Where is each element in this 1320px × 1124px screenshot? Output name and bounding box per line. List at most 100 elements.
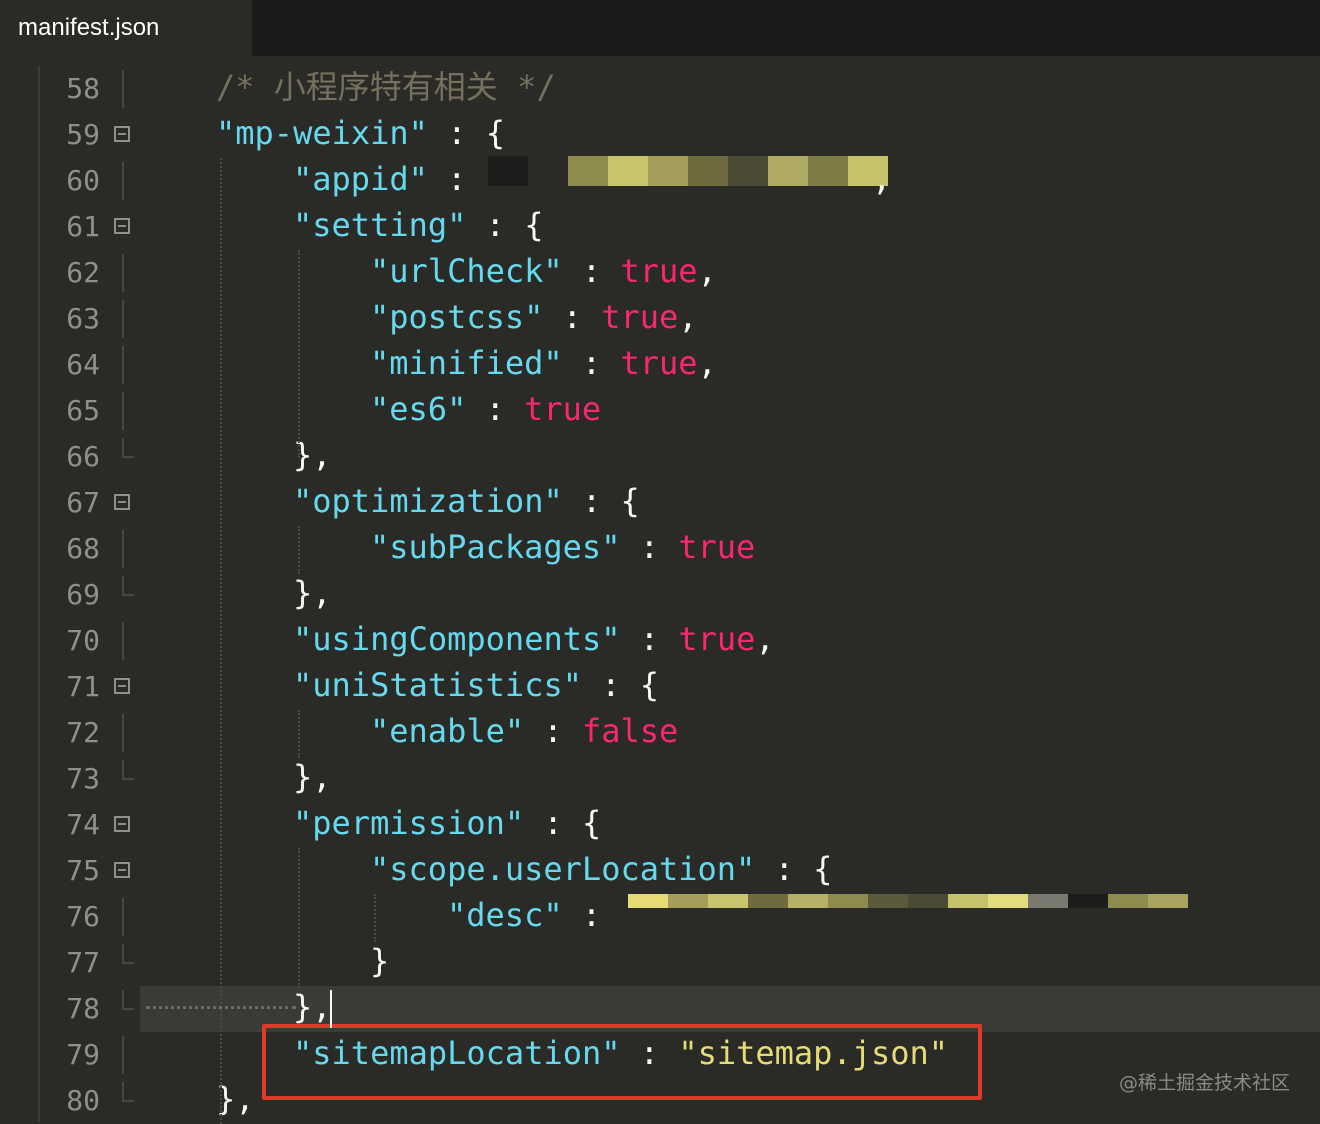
json-key: "usingComponents" (293, 620, 621, 658)
fold-end-marker (122, 760, 134, 780)
code-text: "setting" : { (293, 202, 543, 248)
line-number: 59 (66, 118, 100, 151)
code-line[interactable]: 73 (0, 756, 1320, 802)
fold-range-bar (122, 622, 124, 660)
code-line[interactable]: 67 (0, 480, 1320, 526)
code-line[interactable]: 58 (0, 66, 1320, 112)
code-line[interactable]: 69 (0, 572, 1320, 618)
code-text: "optimization" : { (293, 478, 640, 524)
line-number: 76 (66, 900, 100, 933)
code-punct: : (562, 896, 602, 934)
code-line[interactable]: 59 (0, 112, 1320, 158)
json-key: "optimization" (293, 482, 563, 520)
fold-toggle-icon[interactable] (114, 126, 130, 142)
code-punct: , (678, 298, 698, 336)
tab-title: manifest.json (18, 14, 160, 41)
line-number: 58 (66, 72, 100, 105)
line-number: 67 (66, 486, 100, 519)
fold-toggle-icon[interactable] (114, 816, 130, 832)
json-key: "urlCheck" (370, 252, 563, 290)
fold-toggle-icon[interactable] (114, 678, 130, 694)
fold-range-bar (122, 300, 124, 338)
fold-end-marker (122, 576, 134, 596)
json-literal: true (524, 390, 602, 428)
code-text: "scope.userLocation" : { (370, 846, 832, 892)
code-text: } (370, 938, 389, 984)
json-literal: true (678, 528, 756, 566)
code-text: "mp-weixin" : { (216, 110, 505, 156)
fold-toggle-icon[interactable] (114, 494, 130, 510)
json-literal: false (581, 712, 679, 750)
tab-manifest-json[interactable]: manifest.json (0, 0, 252, 56)
code-punct: : { (427, 114, 505, 152)
json-key: "desc" (447, 896, 563, 934)
code-punct: : { (466, 206, 544, 244)
indent-guide (374, 894, 376, 942)
json-key: "uniStatistics" (293, 666, 582, 704)
code-text: "uniStatistics" : { (293, 662, 659, 708)
json-key: "subPackages" (370, 528, 621, 566)
line-number: 77 (66, 946, 100, 979)
fold-range-bar (122, 254, 124, 292)
line-number: 73 (66, 762, 100, 795)
line-number: 72 (66, 716, 100, 749)
annotation-box (262, 1024, 982, 1100)
line-number: 79 (66, 1038, 100, 1071)
json-key: "permission" (293, 804, 525, 842)
code-text: }, (293, 754, 332, 800)
indent-guide (298, 710, 300, 758)
code-text: "enable" : false (370, 708, 678, 754)
line-number: 68 (66, 532, 100, 565)
line-number: 65 (66, 394, 100, 427)
line-number: 69 (66, 578, 100, 611)
code-punct: , (872, 160, 892, 198)
fold-toggle-icon[interactable] (114, 218, 130, 234)
code-punct: : { (562, 482, 640, 520)
code-text: /* 小程序特有相关 */ (216, 64, 556, 110)
code-line[interactable]: 71 (0, 664, 1320, 710)
fold-toggle-icon[interactable] (114, 862, 130, 878)
fold-end-marker (122, 944, 134, 964)
fold-range-bar (122, 346, 124, 384)
json-key: "setting" (293, 206, 467, 244)
code-text: "desc" : (447, 892, 601, 938)
fold-range-bar (122, 530, 124, 568)
code-line[interactable]: 74 (0, 802, 1320, 848)
code-punct: : (427, 160, 467, 198)
indent-guide (298, 848, 300, 988)
fold-range-bar (122, 714, 124, 752)
indent-guide (298, 526, 300, 574)
fold-range-bar (122, 1036, 124, 1074)
line-number: 78 (66, 992, 100, 1025)
fold-range-bar (122, 392, 124, 430)
fold-range-bar (122, 162, 124, 200)
code-punct: : (543, 298, 602, 336)
code-text: "usingComponents" : true, (293, 616, 775, 662)
json-key: "minified" (370, 344, 563, 382)
line-number: 80 (66, 1084, 100, 1117)
watermark: @稀土掘金技术社区 (1118, 1072, 1290, 1094)
code-line[interactable]: 77 (0, 940, 1320, 986)
fold-range-bar (122, 70, 124, 108)
code-punct: : (620, 528, 679, 566)
code-punct: } (370, 942, 390, 980)
code-punct: }, (293, 758, 332, 796)
json-key: "mp-weixin" (216, 114, 428, 152)
json-key: "enable" (370, 712, 525, 750)
code-line[interactable]: 66 (0, 434, 1320, 480)
code-punct: : (524, 712, 582, 750)
fold-end-marker (122, 1082, 134, 1102)
json-literal: true (620, 344, 698, 382)
fold-range-bar (122, 898, 124, 936)
code-punct: , (755, 620, 775, 658)
redacted-appid (488, 156, 888, 186)
json-key: "scope.userLocation" (370, 850, 756, 888)
text-cursor (330, 990, 332, 1028)
code-line[interactable]: 61 (0, 204, 1320, 250)
line-number: 60 (66, 164, 100, 197)
line-number: 62 (66, 256, 100, 289)
json-key: "postcss" (370, 298, 544, 336)
code-text: "appid" : (293, 156, 466, 202)
code-text: "es6" : true (370, 386, 601, 432)
code-line[interactable]: 65 (0, 388, 1320, 434)
